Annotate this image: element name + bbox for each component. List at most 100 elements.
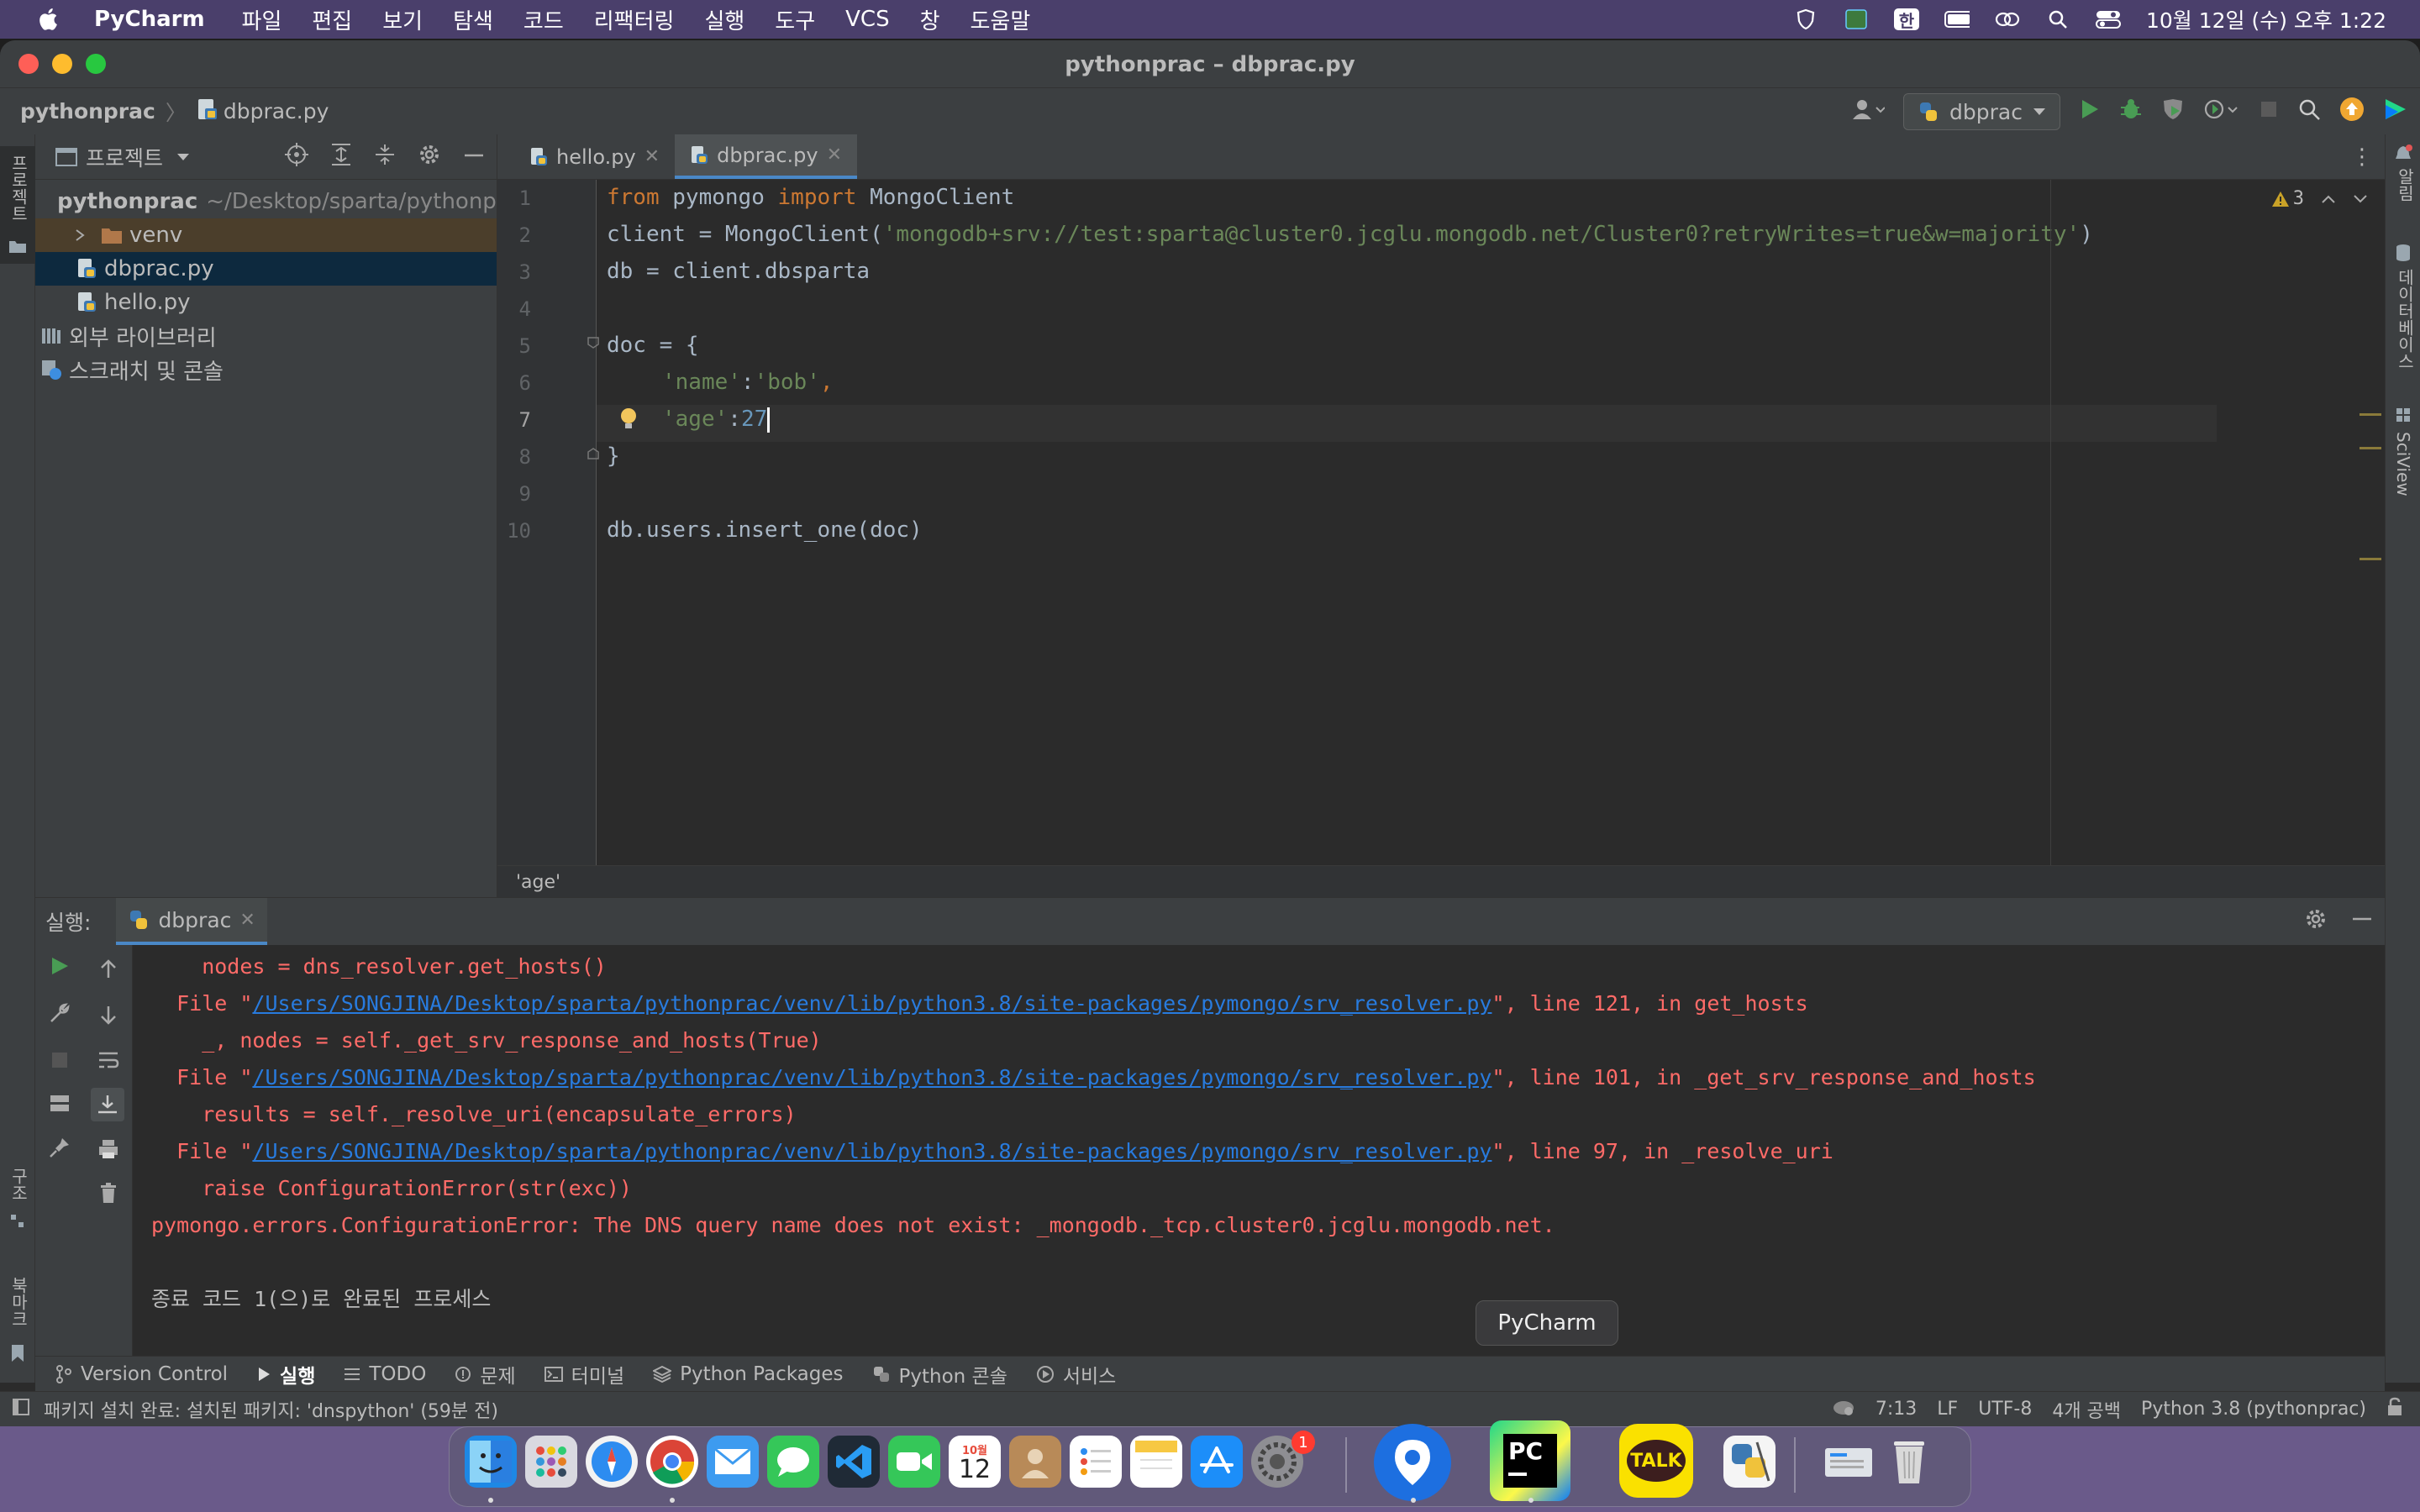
intention-bulb-icon[interactable] bbox=[618, 407, 639, 438]
messages-icon[interactable] bbox=[767, 1436, 819, 1488]
close-tab-icon[interactable]: ✕ bbox=[239, 910, 255, 931]
safari-icon[interactable] bbox=[586, 1436, 638, 1488]
arrow-down-icon[interactable] bbox=[96, 1002, 121, 1027]
hide-panel-icon[interactable] bbox=[2351, 907, 2373, 936]
project-tool-button[interactable]: 프로젝트 bbox=[0, 146, 35, 264]
facetime-icon[interactable] bbox=[888, 1436, 940, 1488]
menu-run[interactable]: 실행 bbox=[704, 4, 744, 35]
calendar-icon[interactable]: 10월 12 bbox=[949, 1436, 1001, 1488]
contacts-icon[interactable] bbox=[1009, 1436, 1061, 1488]
spotlight-search-icon[interactable] bbox=[2045, 8, 2070, 30]
tool-version-control[interactable]: Version Control bbox=[55, 1363, 228, 1385]
caret-position[interactable]: 7:13 bbox=[1876, 1399, 1917, 1420]
close-tab-icon[interactable]: ✕ bbox=[644, 146, 660, 167]
soft-wrap-icon[interactable] bbox=[96, 1047, 121, 1073]
lock-icon[interactable] bbox=[2386, 1397, 2403, 1422]
tab-hello-py[interactable]: hello.py ✕ bbox=[514, 134, 675, 179]
vscode-icon[interactable] bbox=[828, 1436, 880, 1488]
pycharm-dock-icon[interactable]: PC bbox=[1490, 1420, 1570, 1501]
kakaotalk-icon[interactable]: TALK bbox=[1619, 1424, 1693, 1498]
tool-python-console[interactable]: Python 콘솔 bbox=[872, 1360, 1007, 1389]
downloads-stack-icon[interactable] bbox=[1823, 1436, 1875, 1488]
notes-icon[interactable] bbox=[1130, 1436, 1182, 1488]
fold-icon[interactable] bbox=[587, 336, 600, 349]
inspection-widget[interactable]: 3 bbox=[2271, 188, 2368, 209]
print-icon[interactable] bbox=[96, 1137, 121, 1162]
editor-gutter[interactable]: 1 2 3 4 5 6 7 8 9 10 bbox=[497, 180, 600, 904]
debug-icon[interactable] bbox=[2119, 97, 2143, 126]
menubar-clock[interactable]: 10월 12일 (수) 오후 1:22 bbox=[2146, 4, 2386, 34]
link-icon[interactable] bbox=[1995, 8, 2020, 30]
locate-file-icon[interactable] bbox=[285, 142, 308, 171]
scroll-to-end-icon[interactable] bbox=[91, 1088, 124, 1121]
traceback-file-link[interactable]: /Users/SONGJINA/Desktop/sparta/pythonpra… bbox=[252, 991, 1491, 1016]
tab-dbprac-py[interactable]: dbprac.py ✕ bbox=[675, 134, 858, 179]
user-account-icon[interactable] bbox=[1851, 97, 1886, 126]
tool-run[interactable]: 실행 bbox=[256, 1360, 315, 1389]
tool-python-packages[interactable]: Python Packages bbox=[653, 1363, 844, 1385]
file-encoding[interactable]: UTF-8 bbox=[1978, 1399, 2032, 1420]
menu-help[interactable]: 도움말 bbox=[971, 4, 1031, 35]
scrollbar-warning-mark[interactable] bbox=[2360, 447, 2381, 449]
layout-icon[interactable] bbox=[47, 1091, 72, 1116]
fold-icon[interactable] bbox=[587, 447, 600, 460]
toggle-tool-windows-icon[interactable] bbox=[12, 1398, 30, 1421]
menu-view[interactable]: 보기 bbox=[382, 4, 423, 35]
scrollbar-warning-mark[interactable] bbox=[2360, 413, 2381, 416]
traceback-file-link[interactable]: /Users/SONGJINA/Desktop/sparta/pythonpra… bbox=[252, 1065, 1491, 1089]
tree-item-venv[interactable]: venv bbox=[35, 218, 497, 252]
project-panel-title[interactable]: 프로젝트 bbox=[86, 142, 163, 172]
tree-item-dbprac[interactable]: dbprac.py bbox=[35, 252, 497, 286]
menu-file[interactable]: 파일 bbox=[242, 4, 282, 35]
jetbrains-toolbox-icon[interactable] bbox=[2383, 97, 2408, 127]
run-tab-dbprac[interactable]: dbprac ✕ bbox=[116, 898, 267, 945]
sync-icon[interactable] bbox=[1832, 1398, 1855, 1421]
breadcrumb-project[interactable]: pythonprac bbox=[20, 99, 155, 123]
indent-setting[interactable]: 4개 공백 bbox=[2052, 1396, 2121, 1423]
trash-dock-icon[interactable] bbox=[1883, 1436, 1935, 1488]
breadcrumb-file[interactable]: dbprac.py bbox=[224, 99, 329, 123]
control-center-icon[interactable] bbox=[2095, 8, 2121, 30]
profile-icon[interactable] bbox=[2203, 97, 2240, 126]
maps-pin-app-icon[interactable] bbox=[1374, 1424, 1451, 1501]
tool-services[interactable]: 서비스 bbox=[1036, 1360, 1116, 1389]
run-config-dropdown[interactable]: dbprac bbox=[1903, 93, 2060, 130]
chevron-down-icon[interactable] bbox=[176, 152, 190, 162]
gear-icon[interactable] bbox=[2304, 907, 2328, 936]
hide-panel-icon[interactable] bbox=[463, 144, 485, 171]
line-separator[interactable]: LF bbox=[1937, 1399, 1958, 1420]
bookmarks-tool-button[interactable]: 북마크 bbox=[0, 1268, 35, 1369]
tree-item-project-root[interactable]: pythonprac ~/Desktop/sparta/pythonprac bbox=[35, 185, 497, 218]
pin-icon[interactable] bbox=[47, 1135, 72, 1160]
stop-icon[interactable] bbox=[47, 1047, 72, 1073]
sciview-tool-button[interactable]: SciView bbox=[2386, 403, 2420, 538]
menu-tools[interactable]: 도구 bbox=[775, 4, 815, 35]
gear-icon[interactable] bbox=[418, 143, 441, 171]
search-everywhere-icon[interactable] bbox=[2297, 97, 2321, 126]
database-tool-button[interactable]: 데이터베이스 bbox=[2386, 240, 2420, 375]
shield-icon[interactable] bbox=[1793, 8, 1818, 30]
chrome-icon[interactable] bbox=[646, 1436, 698, 1488]
window-titlebar[interactable]: pythonprac – dbprac.py bbox=[0, 40, 2420, 87]
traceback-file-link[interactable]: /Users/SONGJINA/Desktop/sparta/pythonpra… bbox=[252, 1139, 1491, 1163]
update-icon[interactable] bbox=[2339, 97, 2365, 127]
rerun-icon[interactable] bbox=[47, 953, 72, 979]
python-launcher-icon[interactable] bbox=[1723, 1436, 1776, 1488]
status-message[interactable]: 패키지 설치 완료: 설치된 패키지: 'dnspython' (59분 전) bbox=[44, 1396, 498, 1423]
finder-icon[interactable] bbox=[465, 1436, 517, 1488]
wrench-icon[interactable] bbox=[47, 1000, 72, 1026]
notifications-tool-button[interactable]: 알림 bbox=[2386, 143, 2420, 210]
tool-todo[interactable]: TODO bbox=[344, 1363, 426, 1385]
chevron-up-icon[interactable] bbox=[2321, 188, 2336, 209]
menu-refactor[interactable]: 리팩터링 bbox=[594, 4, 675, 35]
reminders-icon[interactable] bbox=[1070, 1436, 1122, 1488]
tree-item-hello[interactable]: hello.py bbox=[35, 286, 497, 319]
run-console-output[interactable]: nodes = dns_resolver.get_hosts() File "/… bbox=[151, 948, 2376, 1318]
menu-vcs[interactable]: VCS bbox=[845, 7, 889, 32]
mail-icon[interactable] bbox=[707, 1436, 759, 1488]
stop-icon[interactable] bbox=[2259, 99, 2279, 124]
editor-breadcrumb[interactable]: 'age' bbox=[497, 865, 2385, 899]
code-editor[interactable]: 1 2 3 4 5 6 7 8 9 10 from pymongo import… bbox=[497, 180, 2385, 904]
tree-item-external-libraries[interactable]: 외부 라이브러리 bbox=[35, 319, 497, 353]
run-icon[interactable] bbox=[2079, 97, 2101, 126]
